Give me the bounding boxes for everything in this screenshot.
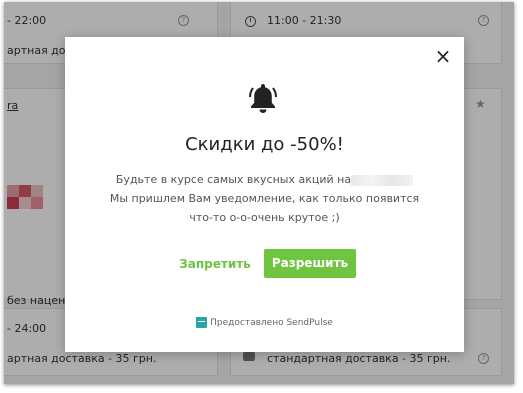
push-subscribe-modal: × Скидки до -50%! Будьте в курсе самых в… [65,37,464,352]
modal-title: Скидки до -50%! [185,134,344,155]
close-icon[interactable]: × [434,46,452,66]
desc-line-3: что-то о-о-очень крутое ;) [189,211,340,224]
bell-icon [249,84,277,113]
desc-line-1: Будьте в курсе самых вкусных акций на [115,173,352,186]
allow-button[interactable]: Разрешить [264,249,356,278]
blurred-site-name [351,174,414,186]
sendpulse-logo [196,317,208,328]
deny-button[interactable]: Запретить [178,250,252,278]
powered-by-text: Предоставлено SendPulse [210,318,333,328]
desc-line-2: Мы пришлем Вам уведомление, как только п… [109,192,420,205]
powered-by[interactable]: Предоставлено SendPulse [65,317,464,328]
modal-description: Будьте в курсе самых вкусных акций на Мы… [65,170,464,227]
